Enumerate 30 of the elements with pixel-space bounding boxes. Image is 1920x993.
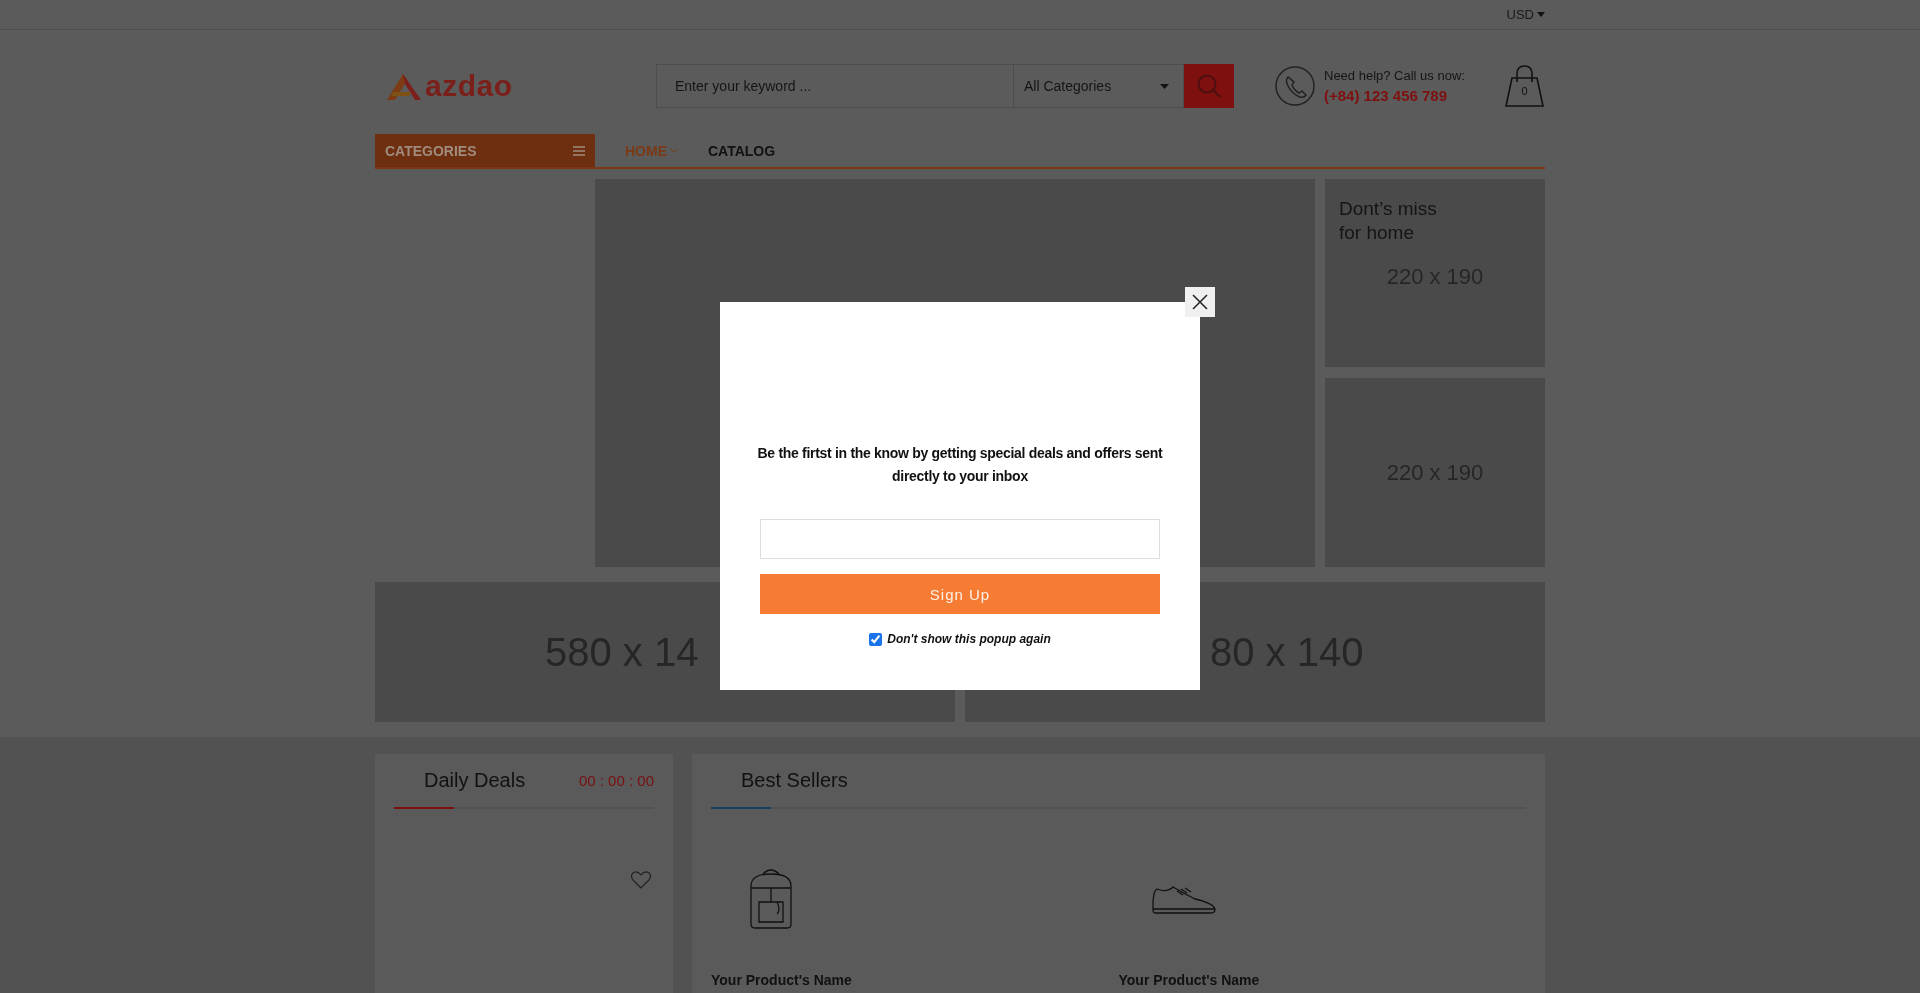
product-name[interactable]: Your Product's Name [711, 972, 1119, 988]
countdown-timer: 00 : 00 : 00 [578, 772, 654, 789]
checkbox-label[interactable]: Don't show this popup again [887, 632, 1051, 646]
close-icon [1192, 294, 1208, 310]
nav-link[interactable]: CATALOG [708, 134, 776, 167]
cart-button[interactable]: 0 [1504, 64, 1545, 108]
checkbox[interactable] [869, 632, 883, 646]
caret-icon [1160, 83, 1169, 89]
section-title: Best Sellers [741, 769, 848, 792]
help-label: Need help? Call us now: [1324, 68, 1465, 83]
close-button[interactable] [1185, 287, 1215, 317]
sign-up-button[interactable]: Sign Up [760, 574, 1160, 614]
search-icon [1196, 73, 1222, 99]
search-field[interactable]: Enter your keyword ... [656, 64, 1014, 108]
categories-label: CATEGORIES [385, 142, 477, 159]
product-name[interactable]: Your Product's Name [1118, 972, 1526, 988]
menu-icon [573, 145, 585, 156]
logo[interactable]: azdao [425, 69, 513, 103]
phone-icon [1274, 65, 1316, 107]
caret-icon [1537, 12, 1545, 17]
section-title: Daily Deals [424, 769, 526, 792]
email-field[interactable] [760, 519, 1160, 559]
heart-icon[interactable] [631, 871, 651, 889]
shopping-bag-icon [1504, 64, 1545, 108]
search-button[interactable] [1184, 64, 1234, 108]
categories-bar[interactable]: CATEGORIES [375, 134, 595, 167]
popup-message: Be the firtst in the know by getting special deals and offers sent directly to your inbox [756, 444, 1164, 486]
category-select[interactable]: All Categories [1014, 64, 1184, 108]
phone-number[interactable]: (+84) 123 456 789 [1324, 87, 1465, 104]
currency-selector[interactable]: USD [1506, 7, 1545, 22]
